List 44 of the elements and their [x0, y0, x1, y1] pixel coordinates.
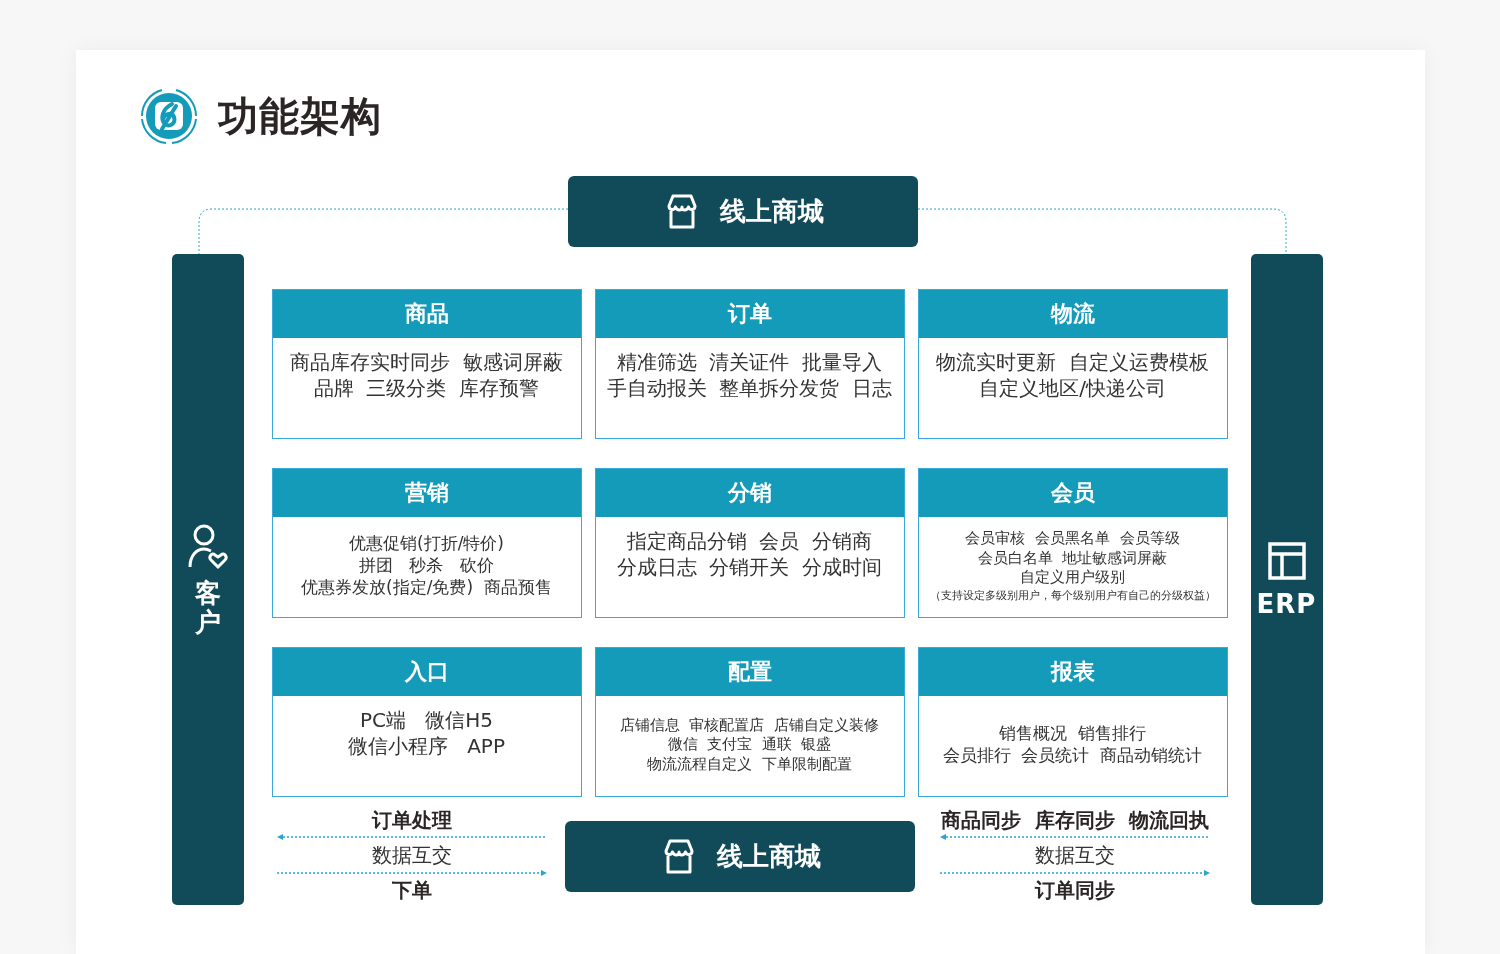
flow-label: 订单处理 [371, 807, 452, 833]
module-title: 入口 [272, 648, 581, 696]
feature-line: 微信小程序 APP [348, 733, 505, 759]
feature-line: 分成日志 分销开关 分成时间 [616, 554, 883, 580]
module-title: 营销 [272, 469, 581, 517]
module-title: 商品 [272, 290, 581, 338]
feature-line: 拼团 秒杀 砍价 [359, 553, 494, 577]
feature-line: 优惠促销(打折/特价) [349, 531, 504, 554]
feature-line: 品牌 三级分类 库存预警 [313, 375, 540, 401]
feature-line: 商品库存实时同步 敏感词屏蔽 [290, 349, 563, 375]
feature-line: PC端 微信H5 [360, 707, 493, 733]
feature-line: 精准筛选 清关证件 批量导入 [616, 349, 883, 375]
feature-line: 自定义地区/快递公司 [979, 375, 1166, 401]
table-icon [1266, 540, 1307, 581]
hub-label: 线上商城 [716, 840, 821, 873]
flow-label: 数据互交 [371, 842, 452, 869]
feature-note: （支持设定多级别用户，每个级别用户有自己的分级权益） [929, 587, 1216, 603]
flow-label: 下单 [391, 877, 432, 903]
feature-line: 优惠券发放(指定/免费) 商品预售 [301, 576, 552, 599]
flow-label: 订单同步 [1035, 877, 1115, 903]
module-title: 配置 [595, 648, 904, 696]
module-title: 物流 [918, 290, 1227, 338]
feature-line: 指定商品分销 会员 分销商 [626, 528, 873, 554]
hub-label: 线上商城 [720, 195, 824, 228]
side-label: ERP [1256, 588, 1317, 619]
feature-line: 会员排行 会员统计 商品动销统计 [942, 744, 1203, 767]
feature-line: 自定义用户级别 [1020, 568, 1125, 588]
side-label: 客户 [194, 578, 221, 637]
feature-line: 物流流程自定义 下单限制配置 [647, 754, 852, 775]
feature-line: 销售概况 销售排行 [999, 721, 1146, 744]
feature-line: 微信 支付宝 通联 银盛 [667, 735, 832, 755]
flow-label: 数据互交 [1035, 842, 1115, 869]
feature-line: 物流实时更新 自定义运费模板 [936, 349, 1209, 375]
user-heart-icon [186, 522, 229, 571]
page-title: 功能架构 [217, 91, 382, 141]
module-title: 会员 [918, 469, 1227, 517]
module-title: 订单 [595, 290, 904, 338]
feature-line: 会员审核 会员黑名单 会员等级 [965, 529, 1180, 549]
feature-line: 手自动报关 整单拆分发货 日志 [606, 375, 893, 401]
module-title: 分销 [595, 469, 904, 517]
feature-line: 会员白名单 地址敏感词屏蔽 [977, 548, 1168, 569]
flow-label: 商品同步 库存同步 物流回执 [941, 807, 1209, 833]
feature-line: 店铺信息 审核配置店 店铺自定义装修 [619, 715, 880, 736]
module-title: 报表 [918, 648, 1227, 696]
